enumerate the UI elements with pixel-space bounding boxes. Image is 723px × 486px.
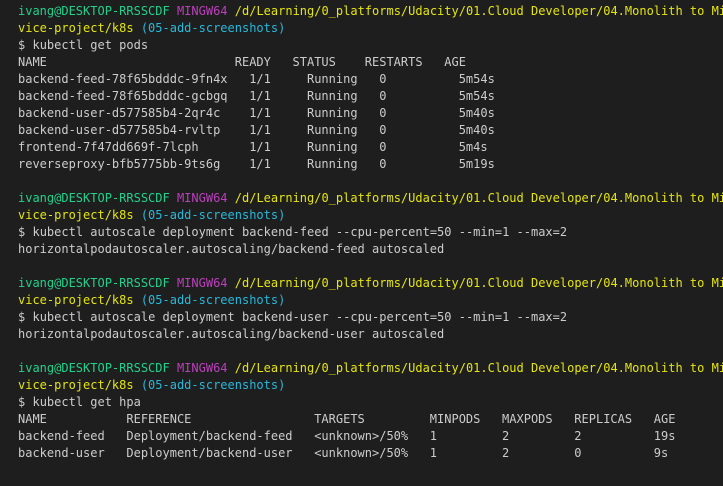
- prompt-line-continued: vice-project/k8s (05-add-screenshots): [18, 207, 723, 224]
- prompt-symbol: $: [18, 395, 26, 409]
- prompt-path: /d/Learning/0_platforms/Udacity/01.Cloud…: [234, 4, 723, 18]
- prompt-line-continued: vice-project/k8s (05-add-screenshots): [18, 292, 723, 309]
- prompt-path: /d/Learning/0_platforms/Udacity/01.Cloud…: [234, 276, 723, 290]
- output-line: NAME READY STATUS RESTARTS AGE: [18, 55, 466, 69]
- prompt-symbol: $: [18, 38, 26, 52]
- command-block: ivang@DESKTOP-RRSSCDF MINGW64 /d/Learnin…: [18, 190, 723, 275]
- output-line: reverseproxy-bfb5775bb-9ts6g 1/1 Running…: [18, 157, 495, 171]
- prompt-line-continued: vice-project/k8s (05-add-screenshots): [18, 20, 723, 37]
- prompt-line: ivang@DESKTOP-RRSSCDF MINGW64 /d/Learnin…: [18, 3, 723, 20]
- output-line: horizontalpodautoscaler.autoscaling/back…: [18, 327, 445, 341]
- prompt-line-continued: vice-project/k8s (05-add-screenshots): [18, 377, 723, 394]
- prompt-user-host: ivang@DESKTOP-RRSSCDF: [18, 276, 170, 290]
- git-branch: (05-add-screenshots): [140, 293, 286, 307]
- prompt-path-continued: vice-project/k8s: [18, 293, 134, 307]
- output-line: backend-user Deployment/backend-user <un…: [18, 446, 669, 460]
- prompt-symbol: $: [18, 310, 26, 324]
- output-line: backend-feed-78f65bdddc-9fn4x 1/1 Runnin…: [18, 72, 495, 86]
- prompt-path-continued: vice-project/k8s: [18, 21, 134, 35]
- prompt-path-continued: vice-project/k8s: [18, 378, 134, 392]
- output-line: backend-user-d577585b4-2qr4c 1/1 Running…: [18, 106, 495, 120]
- git-branch: (05-add-screenshots): [140, 378, 286, 392]
- command-block: ivang@DESKTOP-RRSSCDF MINGW64 /d/Learnin…: [18, 3, 723, 190]
- command-line[interactable]: $ kubectl autoscale deployment backend-u…: [18, 309, 723, 326]
- prompt-line: ivang@DESKTOP-RRSSCDF MINGW64 /d/Learnin…: [18, 275, 723, 292]
- prompt-msystem: MINGW64: [176, 4, 228, 18]
- prompt-path: /d/Learning/0_platforms/Udacity/01.Cloud…: [234, 191, 723, 205]
- output-line: backend-user-d577585b4-rvltp 1/1 Running…: [18, 123, 495, 137]
- command-line[interactable]: $ kubectl get pods: [18, 37, 723, 54]
- prompt-msystem: MINGW64: [176, 276, 228, 290]
- command-text: kubectl get pods: [32, 38, 149, 52]
- prompt-msystem: MINGW64: [176, 361, 228, 375]
- command-line[interactable]: $ kubectl autoscale deployment backend-f…: [18, 224, 723, 241]
- command-text: kubectl get hpa: [32, 395, 141, 409]
- git-branch: (05-add-screenshots): [140, 21, 286, 35]
- command-line[interactable]: $ kubectl get hpa: [18, 394, 723, 411]
- prompt-symbol: $: [18, 225, 26, 239]
- command-text: kubectl autoscale deployment backend-fee…: [32, 225, 568, 239]
- prompt-line: ivang@DESKTOP-RRSSCDF MINGW64 /d/Learnin…: [18, 190, 723, 207]
- prompt-user-host: ivang@DESKTOP-RRSSCDF: [18, 191, 170, 205]
- prompt-msystem: MINGW64: [176, 191, 228, 205]
- output-line: horizontalpodautoscaler.autoscaling/back…: [18, 242, 445, 256]
- terminal-window[interactable]: ivang@DESKTOP-RRSSCDF MINGW64 /d/Learnin…: [0, 0, 723, 486]
- output-line: backend-feed Deployment/backend-feed <un…: [18, 429, 676, 443]
- command-text: kubectl autoscale deployment backend-use…: [32, 310, 568, 324]
- prompt-line: ivang@DESKTOP-RRSSCDF MINGW64 /d/Learnin…: [18, 360, 723, 377]
- prompt-path-continued: vice-project/k8s: [18, 208, 134, 222]
- prompt-path: /d/Learning/0_platforms/Udacity/01.Cloud…: [234, 361, 723, 375]
- command-block: ivang@DESKTOP-RRSSCDF MINGW64 /d/Learnin…: [18, 275, 723, 360]
- prompt-user-host: ivang@DESKTOP-RRSSCDF: [18, 4, 170, 18]
- git-branch: (05-add-screenshots): [140, 208, 286, 222]
- command-block: ivang@DESKTOP-RRSSCDF MINGW64 /d/Learnin…: [18, 360, 723, 462]
- output-line: frontend-7f47dd669f-7lcph 1/1 Running 0 …: [18, 140, 488, 154]
- output-line: NAME REFERENCE TARGETS MINPODS MAXPODS R…: [18, 412, 676, 426]
- output-line: backend-feed-78f65bdddc-gcbgq 1/1 Runnin…: [18, 89, 495, 103]
- prompt-user-host: ivang@DESKTOP-RRSSCDF: [18, 361, 170, 375]
